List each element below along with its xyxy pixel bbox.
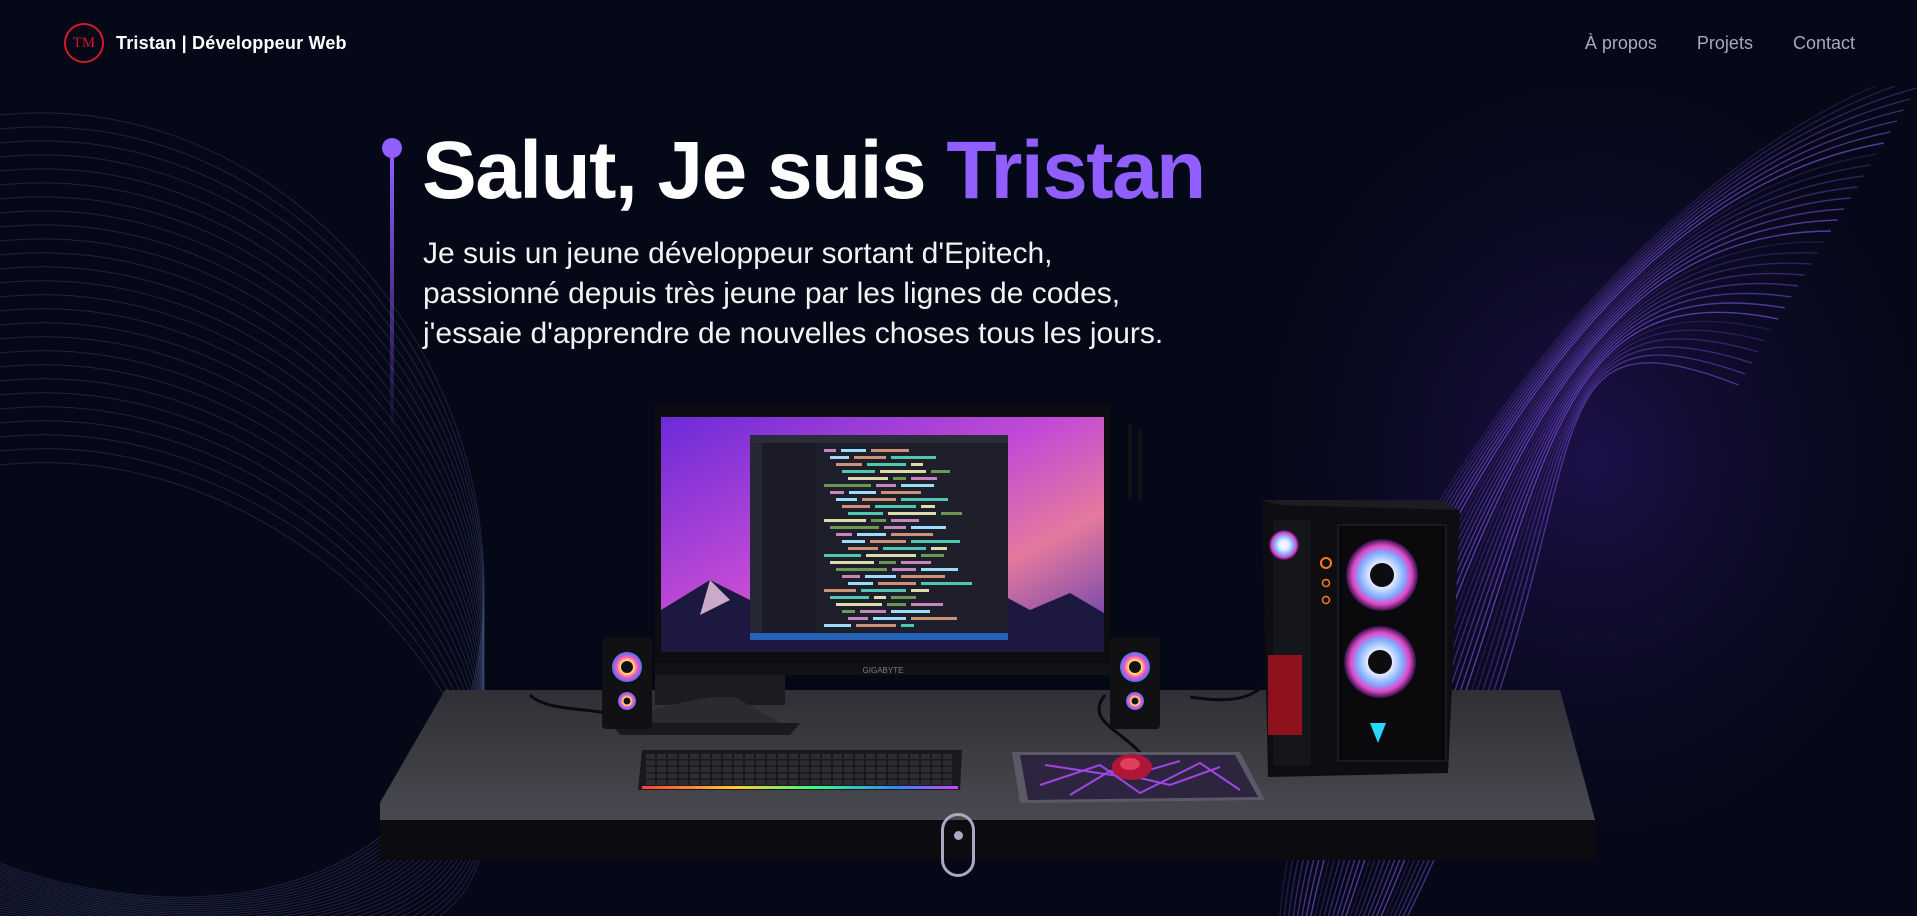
nav-link-contact[interactable]: Contact (1793, 33, 1855, 54)
hero-title-name: Tristan (946, 125, 1206, 216)
hero-title-prefix: Salut, Je suis (422, 125, 947, 216)
nav-links: À propos Projets Contact (1585, 33, 1855, 54)
tm-logo-icon: TM (64, 23, 104, 63)
speaker-left (602, 637, 652, 729)
hero-subtitle-line: j'essaie d'apprendre de nouvelles choses… (423, 317, 1164, 350)
hero-accent-bar (390, 156, 394, 438)
navbar: TM Tristan | Développeur Web À propos Pr… (0, 0, 1917, 86)
nav-link-about[interactable]: À propos (1585, 33, 1657, 54)
hero-subtitle-line: passionné depuis très jeune par les lign… (423, 277, 1121, 310)
hero-accent-line (382, 138, 402, 438)
nav-link-projects[interactable]: Projets (1697, 33, 1753, 54)
scroll-indicator[interactable] (941, 813, 975, 877)
monitor-brand-label: GIGABYTE (863, 666, 904, 675)
hero-accent-dot (382, 138, 402, 158)
speaker-right (1110, 637, 1160, 729)
hero-subtitle: Je suis un jeune développeur sortant d'E… (423, 234, 1163, 354)
brand-link[interactable]: TM Tristan | Développeur Web (64, 23, 347, 63)
scroll-indicator-dot (954, 831, 963, 840)
mouse (1112, 754, 1152, 780)
brand-title: Tristan | Développeur Web (116, 32, 347, 53)
hero-subtitle-line: Je suis un jeune développeur sortant d'E… (423, 237, 1053, 270)
keyboard (638, 750, 962, 790)
hero-title: Salut, Je suis Tristan (422, 130, 1206, 212)
desk-setup-3d-scene[interactable]: GIGABYTE (380, 405, 1610, 875)
monitor: GIGABYTE (610, 405, 1110, 735)
